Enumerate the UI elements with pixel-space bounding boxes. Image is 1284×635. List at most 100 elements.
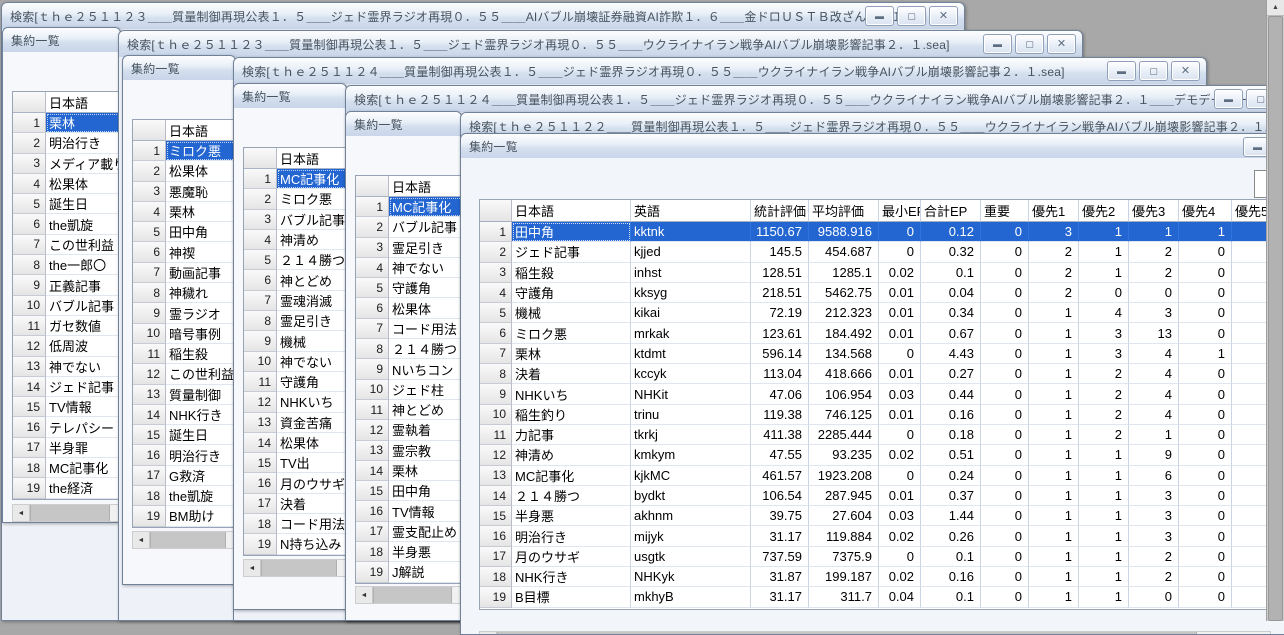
column-header-japanese[interactable]: 日本語 [277, 148, 346, 169]
row-number[interactable]: 7 [244, 290, 277, 312]
list-item[interactable]: 18 コード用法 [244, 514, 346, 535]
table-row[interactable]: 6 ミロク悪 mrkak 123.61 184.492 0.01 0.67 0 … [480, 323, 1270, 344]
row-number[interactable]: 2 [356, 217, 389, 238]
table-row[interactable]: 7 栗林 ktdmt 596.14 134.568 0 4.43 0 1 3 4… [480, 343, 1270, 365]
row-number[interactable]: 7 [13, 234, 46, 256]
row-number[interactable]: 13 [244, 412, 277, 433]
row-number[interactable]: 4 [480, 282, 512, 304]
aggregate-window-4-titlebar[interactable]: 集約一覧 [346, 112, 461, 137]
row-number[interactable]: 9 [244, 331, 277, 352]
row-number[interactable]: 2 [480, 242, 512, 263]
column-header[interactable]: 日本語 [512, 200, 631, 222]
list-item[interactable]: 9 機械 [244, 331, 346, 352]
search-window-4-titlebar[interactable]: 検索[ｔｈｅ２５１１２４＿＿質量制御再現公表１．５＿＿ジェド霊界ラジオ再現０．５… [346, 86, 1284, 113]
table-row[interactable]: 11 力記事 tkrkj 411.38 2285.444 0 0.18 0 1 … [480, 424, 1270, 446]
list-item[interactable]: 15 誕生日 [133, 425, 235, 446]
row-number[interactable]: 9 [13, 275, 46, 296]
scroll-left-arrow[interactable]: ◄ [244, 560, 261, 576]
table-row[interactable]: 14 ２１４勝つ bydkt 106.54 287.945 0.01 0.37 … [480, 485, 1270, 507]
list-item[interactable]: 3 悪魔恥 [133, 181, 235, 202]
column-header[interactable]: 合計EP [921, 200, 981, 222]
row-number[interactable]: 11 [244, 371, 277, 393]
row-number[interactable]: 1 [13, 113, 46, 134]
row-number[interactable]: 4 [244, 229, 277, 251]
row-number[interactable]: 1 [356, 197, 389, 218]
row-number[interactable]: 10 [356, 379, 389, 400]
horizontal-scrollbar[interactable]: ◄ [132, 531, 235, 549]
list-item[interactable]: 18 the凱旋 [133, 486, 235, 507]
row-number[interactable]: 17 [480, 546, 512, 568]
row-number[interactable]: 3 [13, 153, 46, 174]
list-item[interactable]: 1 MC記事化 [356, 197, 461, 218]
row-number[interactable]: 12 [356, 420, 389, 441]
list-item[interactable]: 6 神禊 [133, 242, 235, 263]
list-item[interactable]: 10 ジェド柱 [356, 379, 461, 400]
row-number[interactable]: 19 [480, 587, 512, 608]
row-number[interactable]: 10 [244, 351, 277, 372]
row-number[interactable]: 15 [13, 397, 46, 418]
row-number[interactable]: 10 [480, 404, 512, 425]
table-row[interactable]: 10 稲生釣り trinu 119.38 746.125 0.01 0.16 0… [480, 404, 1270, 425]
row-number[interactable]: 6 [13, 214, 46, 235]
list-item[interactable]: 13 神でない [13, 356, 120, 377]
row-number[interactable]: 16 [244, 473, 277, 494]
list-item[interactable]: 4 栗林 [133, 201, 235, 223]
row-number[interactable]: 13 [356, 440, 389, 461]
horizontal-scrollbar[interactable]: ◄ [479, 631, 1271, 634]
row-number[interactable]: 12 [244, 392, 277, 413]
row-number[interactable]: 6 [244, 270, 277, 291]
column-header-japanese[interactable]: 日本語 [389, 176, 461, 197]
minimize-button[interactable]: ▬ [1214, 89, 1243, 109]
row-number[interactable]: 11 [133, 343, 166, 365]
row-number[interactable]: 15 [480, 506, 512, 527]
row-number[interactable]: 4 [133, 201, 166, 223]
column-header[interactable]: 優先4 [1179, 200, 1232, 222]
horizontal-scrollbar[interactable]: ◄ [12, 504, 120, 522]
minimize-button[interactable]: ▬ [1107, 61, 1136, 81]
row-number[interactable]: 15 [356, 481, 389, 502]
table-row[interactable]: 8 決着 kccyk 113.04 418.666 0.01 0.27 0 1 … [480, 364, 1270, 385]
horizontal-scrollbar[interactable]: ◄ [355, 586, 461, 604]
row-number[interactable]: 7 [356, 318, 389, 340]
row-number[interactable]: 13 [480, 465, 512, 486]
row-number[interactable]: 1 [133, 141, 166, 162]
table-row[interactable]: 4 守護角 kksyg 218.51 5462.75 0.01 0.04 0 2… [480, 282, 1270, 304]
column-header[interactable]: 最小EP [879, 200, 921, 222]
restore-button[interactable]: ▢ [1139, 61, 1168, 81]
row-number[interactable]: 3 [356, 237, 389, 258]
list-item[interactable]: 14 松果体 [244, 432, 346, 454]
close-button[interactable]: ✕ [929, 6, 958, 26]
row-number[interactable]: 4 [356, 257, 389, 279]
table-row[interactable]: 5 機械 kikai 72.19 212.323 0.01 0.34 0 1 4… [480, 303, 1270, 324]
row-number[interactable]: 17 [133, 465, 166, 487]
list-item[interactable]: 5 守護角 [356, 278, 461, 299]
list-item[interactable]: 13 霊宗教 [356, 440, 461, 461]
row-number[interactable]: 19 [133, 506, 166, 527]
list-item[interactable]: 19 the経済 [13, 478, 120, 499]
row-number[interactable]: 8 [133, 283, 166, 304]
row-number[interactable]: 5 [244, 250, 277, 271]
list-item[interactable]: 1 栗林 [13, 113, 120, 134]
table-row[interactable]: 9 NHKいち NHKit 47.06 106.954 0.03 0.44 0 … [480, 384, 1270, 405]
scrollbar-thumb[interactable] [150, 532, 226, 548]
scrollbar-thumb[interactable] [30, 505, 110, 521]
row-number[interactable]: 2 [244, 189, 277, 210]
list-item[interactable]: 14 NHK行き [133, 404, 235, 426]
list-item[interactable]: 4 松果体 [13, 173, 120, 195]
minimize-button[interactable]: ▬ [865, 6, 894, 26]
list-item[interactable]: 6 神とどめ [244, 270, 346, 291]
row-number[interactable]: 7 [480, 343, 512, 365]
row-number[interactable]: 5 [480, 303, 512, 324]
table-row[interactable]: 12 神清め kmkym 47.55 93.235 0.02 0.51 0 1 … [480, 445, 1270, 466]
list-item[interactable]: 13 質量制御 [133, 384, 235, 405]
list-item[interactable]: 8 the一郎〇 [13, 255, 120, 276]
row-number[interactable]: 16 [133, 445, 166, 466]
list-item[interactable]: 2 バブル記事 [356, 217, 461, 238]
scroll-left-arrow[interactable]: ◄ [13, 505, 30, 521]
list-item[interactable]: 19 N持ち込み [244, 534, 346, 555]
row-number[interactable]: 18 [244, 514, 277, 535]
list-item[interactable]: 17 決着 [244, 493, 346, 515]
row-number[interactable]: 6 [480, 323, 512, 344]
list-item[interactable]: 8 ２１４勝つ [356, 339, 461, 360]
column-header[interactable]: 英語 [631, 200, 751, 222]
